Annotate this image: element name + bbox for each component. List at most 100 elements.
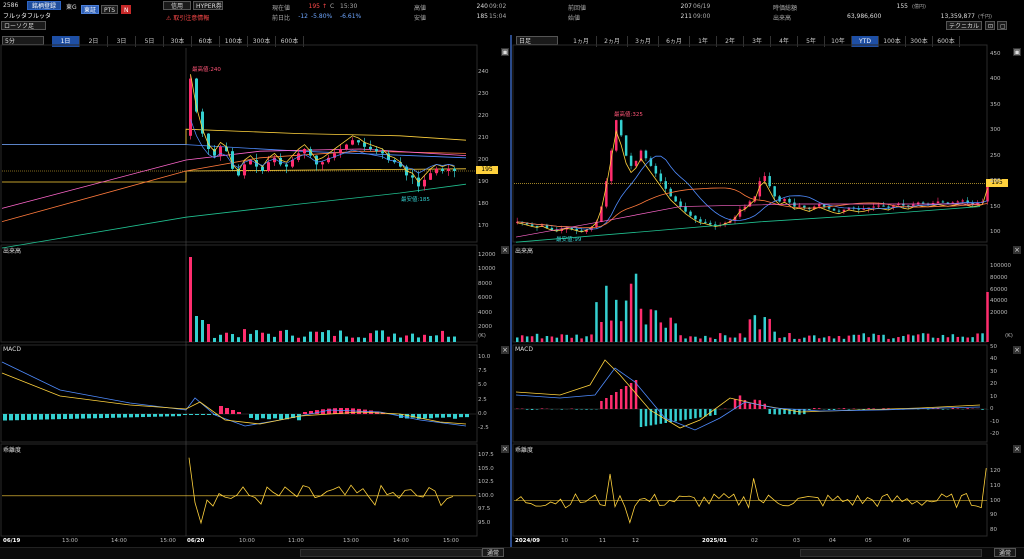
volume-bar — [630, 284, 633, 342]
volume-bar — [345, 336, 348, 342]
left-volume-close-icon[interactable]: × — [501, 246, 509, 254]
macd-bar — [87, 414, 91, 418]
macd-bar — [39, 414, 43, 420]
macd-bar — [459, 414, 463, 417]
candle — [937, 201, 940, 203]
volume-bar — [912, 336, 915, 342]
macd-bar — [195, 414, 199, 415]
macd-bar — [117, 414, 121, 418]
left-scrollbar[interactable] — [300, 549, 482, 557]
panel-frame — [513, 45, 987, 242]
left-axis-tick: 12000 — [478, 252, 496, 258]
left-price-close-icon[interactable]: ▣ — [501, 48, 509, 56]
left-time-tick: 06/20 — [187, 538, 204, 544]
right-axis-tick: 120 — [990, 468, 1001, 474]
macd-bar — [615, 392, 618, 409]
volume-bar — [595, 302, 598, 342]
candle — [411, 175, 414, 177]
macd-bar — [123, 414, 127, 418]
volume-bar — [768, 319, 771, 342]
macd-bar — [749, 404, 752, 409]
candle — [435, 169, 438, 173]
left-axis-tick: 240 — [478, 69, 489, 75]
left-low-annotation: 最安値:185 — [401, 195, 430, 203]
candle — [793, 203, 796, 207]
macd-bar — [966, 408, 969, 409]
right-volume-title: 出来高 — [515, 246, 533, 255]
candle — [783, 199, 786, 202]
candle — [291, 160, 294, 167]
right-axis-tick: 200 — [990, 178, 1001, 184]
volume-bar — [363, 338, 366, 342]
right-axis-tick: 50 — [990, 344, 997, 350]
left-axis-tick: 97.5 — [478, 506, 490, 512]
candle — [339, 149, 342, 153]
right-axis-tick: 300 — [990, 127, 1001, 133]
charts-canvas — [0, 0, 1024, 558]
candle — [689, 212, 692, 216]
volume-bar — [625, 301, 628, 342]
candle — [694, 216, 697, 220]
left-macd-close-icon[interactable]: × — [501, 346, 509, 354]
volume-bar — [739, 333, 742, 342]
macd-bar — [3, 414, 7, 421]
macd-bar — [69, 414, 73, 419]
volume-bar — [201, 320, 204, 342]
right-scrollbar[interactable] — [800, 549, 982, 557]
volume-bar — [788, 333, 791, 342]
volume-bar — [744, 338, 747, 342]
volume-bar — [783, 337, 786, 342]
left-axis-tick: 230 — [478, 91, 489, 97]
right-price-close-icon[interactable]: ▣ — [1013, 48, 1021, 56]
right-axis-tick: 20 — [990, 381, 997, 387]
left-time-tick: 14:00 — [393, 538, 409, 544]
macd-bar — [655, 409, 658, 425]
deviation-line — [189, 458, 453, 523]
left-axis-tick: 0.0 — [478, 411, 487, 417]
volume-bar — [729, 338, 732, 342]
macd-bar — [585, 409, 588, 410]
volume-bar — [339, 331, 342, 342]
volume-bar — [399, 338, 402, 342]
macd-bar — [625, 386, 628, 409]
left-mode-select[interactable]: 通常 — [482, 548, 504, 557]
candle — [877, 206, 880, 207]
macd-bar — [957, 408, 960, 409]
volume-bar — [285, 330, 288, 342]
volume-bar — [605, 286, 608, 342]
macd-bar — [165, 414, 169, 416]
right-high-annotation: 最高値:325 — [614, 110, 643, 118]
volume-bar — [429, 336, 432, 342]
volume-bar — [393, 334, 396, 342]
macd-bar — [21, 414, 25, 420]
volume-bar — [853, 335, 856, 342]
macd-bar — [526, 409, 529, 410]
volume-bar — [684, 338, 687, 342]
candle — [818, 205, 821, 207]
right-time-tick: 02 — [751, 538, 758, 544]
macd-bar — [249, 414, 253, 418]
right-axis-tick: 110 — [990, 483, 1001, 489]
macd-bar — [610, 395, 613, 409]
volume-bar — [848, 336, 851, 342]
candle — [429, 173, 432, 180]
left-deviation-close-icon[interactable]: × — [501, 445, 509, 453]
volume-bar — [823, 337, 826, 342]
right-deviation-close-icon[interactable]: × — [1013, 445, 1021, 453]
candle — [375, 149, 378, 151]
right-time-tick: 2025/01 — [702, 538, 727, 544]
candle — [285, 164, 288, 166]
right-mode-select[interactable]: 通常 — [994, 548, 1016, 557]
macd-bar — [159, 414, 163, 417]
volume-bar — [249, 334, 252, 342]
right-volume-close-icon[interactable]: × — [1013, 246, 1021, 254]
left-axis-tick: 190 — [478, 179, 489, 185]
right-axis-tick: 90 — [990, 512, 997, 518]
candle — [321, 162, 324, 164]
volume-bar — [976, 333, 979, 342]
macd-bar — [327, 409, 331, 414]
macd-bar — [600, 401, 603, 409]
right-macd-close-icon[interactable]: × — [1013, 346, 1021, 354]
macd-bar — [453, 414, 457, 419]
volume-bar — [942, 335, 945, 342]
